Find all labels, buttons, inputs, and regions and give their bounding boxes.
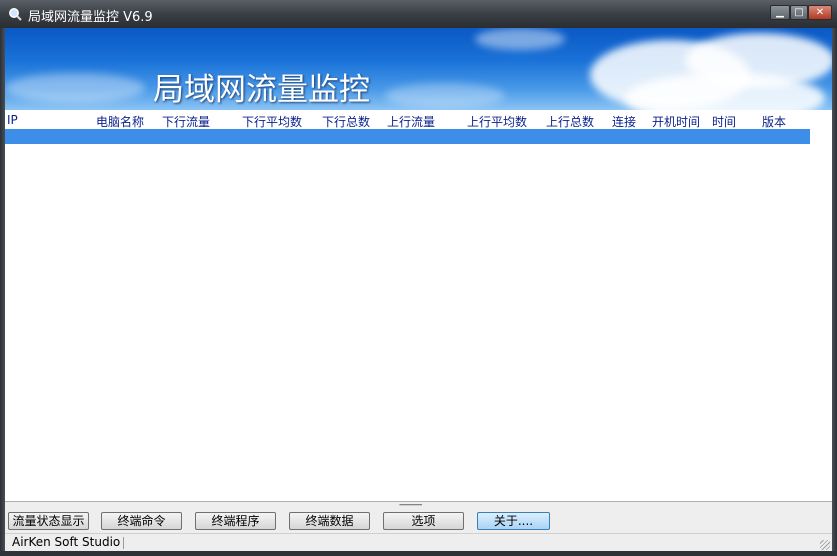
flow-status-button[interactable]: 流量状态显示 xyxy=(8,512,89,530)
column-upload-total[interactable]: 上行总数 xyxy=(546,113,594,130)
window-frame-left xyxy=(0,28,5,556)
column-download[interactable]: 下行流量 xyxy=(162,113,210,130)
minimize-icon: ▁ xyxy=(776,7,784,18)
close-button[interactable]: ✕ xyxy=(808,5,832,20)
status-separator xyxy=(123,537,124,549)
minimize-button[interactable]: ▁ xyxy=(770,5,790,20)
list-header: IP 电脑名称 下行流量 下行平均数 下行总数 上行流量 上行平均数 上行总数 … xyxy=(5,110,832,129)
column-connections[interactable]: 连接 xyxy=(612,113,636,130)
button-bar: 流量状态显示 终端命令 终端程序 终端数据 选项 关于.... xyxy=(5,509,832,533)
window-frame-right xyxy=(832,28,837,556)
terminal-program-button[interactable]: 终端程序 xyxy=(195,512,276,530)
column-ip[interactable]: IP xyxy=(7,113,18,127)
close-icon: ✕ xyxy=(815,7,825,18)
column-computer-name[interactable]: 电脑名称 xyxy=(96,113,144,130)
column-download-avg[interactable]: 下行平均数 xyxy=(242,113,302,130)
column-boot-time[interactable]: 开机时间 xyxy=(652,113,700,130)
window-frame-bottom xyxy=(0,551,837,556)
column-download-total[interactable]: 下行总数 xyxy=(322,113,370,130)
options-button[interactable]: 选项 xyxy=(383,512,464,530)
magnifier-app-icon xyxy=(9,8,22,21)
app-window: 局域网流量监控 V6.9 ▁ □ ✕ 局域网流量监控 IP 电脑名称 下行流量 … xyxy=(0,0,837,556)
column-upload[interactable]: 上行流量 xyxy=(387,113,435,130)
maximize-button[interactable]: □ xyxy=(790,5,808,20)
selected-list-row[interactable] xyxy=(5,129,810,144)
status-text: AirKen Soft Studio xyxy=(12,535,121,549)
column-time[interactable]: 时间 xyxy=(712,113,736,130)
banner-title: 局域网流量监控 xyxy=(153,72,370,108)
status-bar: AirKen Soft Studio xyxy=(5,533,832,552)
resize-grip-icon[interactable] xyxy=(820,540,830,550)
title-bar[interactable]: 局域网流量监控 V6.9 ▁ □ ✕ xyxy=(0,0,837,28)
banner-image: 局域网流量监控 xyxy=(5,28,832,110)
terminal-command-button[interactable]: 终端命令 xyxy=(101,512,182,530)
client-list[interactable]: IP 电脑名称 下行流量 下行平均数 下行总数 上行流量 上行平均数 上行总数 … xyxy=(5,110,832,501)
maximize-icon: □ xyxy=(794,7,804,18)
column-version[interactable]: 版本 xyxy=(762,113,786,130)
window-title: 局域网流量监控 V6.9 xyxy=(28,10,153,25)
terminal-data-button[interactable]: 终端数据 xyxy=(289,512,370,530)
column-upload-avg[interactable]: 上行平均数 xyxy=(467,113,527,130)
splitter-grip[interactable]: ---------- xyxy=(399,501,423,510)
about-button[interactable]: 关于.... xyxy=(477,512,550,530)
